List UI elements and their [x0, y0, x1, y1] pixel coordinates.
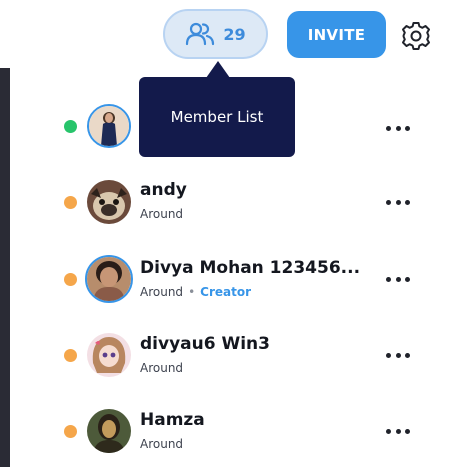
member-row[interactable]: Hamza Around: [10, 396, 457, 466]
more-options-icon[interactable]: [386, 123, 410, 133]
creator-badge: Creator: [200, 285, 251, 299]
gear-icon[interactable]: [400, 20, 432, 52]
more-options-icon[interactable]: [386, 274, 410, 284]
member-status: Around: [140, 437, 184, 451]
presence-dot: [64, 196, 77, 209]
avatar[interactable]: [85, 255, 133, 303]
member-name: andy: [140, 180, 187, 200]
tooltip-arrow: [206, 61, 230, 78]
member-count: 29: [223, 24, 246, 44]
presence-dot: [64, 273, 77, 286]
member-list-tooltip: Member List: [139, 77, 295, 157]
people-icon: [186, 22, 215, 46]
member-list-button[interactable]: 29: [163, 9, 268, 59]
member-status: Around: [140, 207, 184, 221]
presence-dot: [64, 120, 77, 133]
avatar[interactable]: [87, 104, 131, 148]
member-status: Around: [140, 285, 184, 299]
more-options-icon[interactable]: [386, 197, 410, 207]
member-status-line: Around • Creator: [140, 285, 251, 299]
member-name: divyau6 Win3: [140, 334, 270, 354]
member-name: Divya Mohan 123456...: [140, 258, 361, 278]
more-options-icon[interactable]: [386, 350, 410, 360]
presence-dot: [64, 349, 77, 362]
member-status: Around: [140, 361, 184, 375]
avatar[interactable]: [87, 409, 131, 453]
avatar[interactable]: [87, 180, 131, 224]
header-bar: 29 INVITE: [0, 0, 457, 68]
left-panel-edge: [0, 68, 10, 467]
member-row[interactable]: Divya Mohan 123456... Around • Creator: [10, 244, 457, 314]
invite-button[interactable]: INVITE: [287, 11, 386, 58]
avatar[interactable]: [87, 333, 131, 377]
member-row[interactable]: andy Around: [10, 167, 457, 237]
presence-dot: [64, 425, 77, 438]
separator-dot: •: [188, 285, 196, 299]
more-options-icon[interactable]: [386, 426, 410, 436]
member-row[interactable]: divyau6 Win3 Around: [10, 320, 457, 390]
member-name: Hamza: [140, 410, 205, 430]
